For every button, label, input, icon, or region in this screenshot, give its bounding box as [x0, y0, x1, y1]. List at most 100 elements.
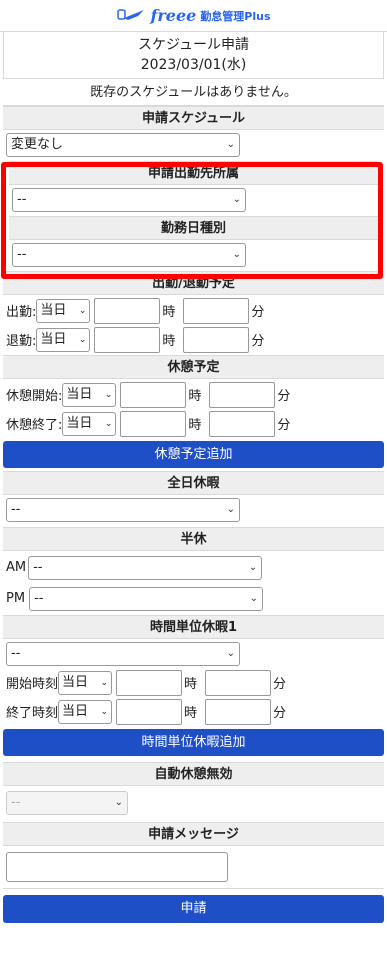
day-value: 当日	[66, 415, 93, 431]
hourly-start-day-select[interactable]: 当日 ⌄	[58, 670, 113, 695]
hourly-end-minute-input[interactable]	[205, 698, 272, 725]
section-half-body: AM -- ⌄ PM -- ⌄	[3, 551, 384, 615]
fullday-select[interactable]: -- ⌄	[6, 498, 240, 522]
break-end-hour-input[interactable]	[120, 410, 187, 437]
hour-unit: 時	[184, 677, 198, 692]
section-attend-header: 出勤/退勤予定	[3, 271, 384, 295]
chevron-down-icon: ⌄	[104, 389, 113, 400]
hour-unit: 時	[188, 418, 202, 433]
worktype-select[interactable]: -- ⌄	[12, 243, 246, 267]
hourly-end-day-select[interactable]: 当日 ⌄	[58, 699, 113, 724]
office-select-value: --	[17, 192, 27, 207]
minute-unit: 分	[277, 389, 291, 404]
section-break-header: 休憩予定	[3, 355, 384, 379]
break-end-day-select[interactable]: 当日 ⌄	[62, 411, 117, 436]
hourly-end-label: 終了時刻	[6, 706, 59, 721]
minute-unit: 分	[273, 706, 287, 721]
attend-start-day-select[interactable]: 当日 ⌄	[36, 298, 91, 323]
page-title: スケジュール申請 2023/03/01(水)	[3, 32, 384, 79]
break-start-label: 休憩開始:	[6, 389, 63, 404]
attend-end-row: 退勤: 当日 ⌄ 時 分	[6, 325, 381, 354]
section-fullday-body: -- ⌄	[3, 495, 384, 527]
section-hourly-body: -- ⌄ 開始時刻 当日 ⌄ 時 分 終了時刻 当日 ⌄ 時 分	[3, 639, 384, 726]
break-start-row: 休憩開始: 当日 ⌄ 時 分	[6, 380, 381, 409]
chevron-down-icon: ⌄	[100, 706, 109, 717]
attend-end-label: 退勤:	[6, 334, 37, 349]
schedule-select[interactable]: 変更なし ⌄	[6, 133, 240, 157]
break-end-label: 休憩終了:	[6, 418, 63, 433]
attend-end-day-select[interactable]: 当日 ⌄	[36, 327, 91, 352]
section-half-header: 半休	[3, 527, 384, 551]
divider	[3, 888, 384, 889]
section-office-body: -- ⌄	[3, 185, 384, 216]
hour-unit: 時	[184, 706, 198, 721]
section-message-body	[3, 846, 384, 884]
page-title-main: スケジュール申請	[137, 37, 250, 53]
half-pm-select[interactable]: -- ⌄	[29, 586, 264, 611]
chevron-down-icon: ⌄	[226, 504, 235, 515]
section-message-header: 申請メッセージ	[3, 822, 384, 846]
hourly-select-value: --	[11, 646, 21, 661]
chevron-down-icon: ⌄	[232, 194, 241, 205]
half-am-label: AM	[6, 560, 27, 575]
half-pm-label: PM	[6, 591, 26, 606]
section-office-header: 申請出勤先所属	[9, 161, 378, 185]
add-hourly-leave-button[interactable]: 時間単位休暇追加	[3, 729, 384, 756]
autobreak-select-value: --	[11, 795, 21, 810]
break-start-hour-input[interactable]	[120, 381, 187, 408]
attend-start-label: 出勤:	[6, 305, 37, 320]
attend-end-hour-input[interactable]	[94, 326, 161, 353]
section-schedule-header: 申請スケジュール	[3, 106, 384, 130]
autobreak-select[interactable]: -- ⌄	[6, 791, 128, 815]
section-attend-body: 出勤: 当日 ⌄ 時 分 退勤: 当日 ⌄ 時 分	[3, 295, 384, 355]
logo: freee 勤怠管理Plus	[116, 6, 271, 26]
chevron-down-icon: ⌄	[78, 305, 87, 316]
section-schedule-body: 変更なし ⌄	[3, 130, 384, 161]
fullday-select-value: --	[11, 502, 21, 517]
hourly-start-row: 開始時刻 当日 ⌄ 時 分	[6, 668, 381, 697]
message-input[interactable]	[6, 852, 228, 882]
break-start-minute-input[interactable]	[209, 381, 276, 408]
chevron-down-icon: ⌄	[226, 139, 235, 150]
section-worktype-header: 勤務日種別	[9, 216, 378, 240]
attend-start-row: 出勤: 当日 ⌄ 時 分	[6, 296, 381, 325]
hourly-select[interactable]: -- ⌄	[6, 642, 240, 666]
minute-unit: 分	[251, 334, 265, 349]
day-value: 当日	[66, 386, 93, 402]
half-am-value: --	[33, 559, 43, 575]
day-value: 当日	[62, 674, 89, 690]
section-worktype-body: -- ⌄	[3, 240, 384, 271]
section-break-body: 休憩開始: 当日 ⌄ 時 分 休憩終了: 当日 ⌄ 時 分	[3, 379, 384, 438]
hourly-end-hour-input[interactable]	[116, 698, 183, 725]
attend-start-minute-input[interactable]	[183, 297, 250, 324]
attend-start-hour-input[interactable]	[94, 297, 161, 324]
hourly-start-minute-input[interactable]	[205, 669, 272, 696]
chevron-down-icon: ⌄	[232, 249, 241, 260]
worktype-select-value: --	[17, 247, 27, 262]
chevron-down-icon: ⌄	[248, 561, 258, 573]
day-value: 当日	[40, 302, 67, 318]
submit-button[interactable]: 申請	[3, 895, 384, 923]
day-value: 当日	[62, 703, 89, 719]
logo-sub: 勤怠管理Plus	[200, 9, 271, 23]
minute-unit: 分	[251, 305, 265, 320]
hour-unit: 時	[162, 305, 176, 320]
section-autobreak-header: 自動休憩無効	[3, 762, 384, 786]
attend-end-minute-input[interactable]	[183, 326, 250, 353]
break-end-minute-input[interactable]	[209, 410, 276, 437]
add-break-button[interactable]: 休憩予定追加	[3, 441, 384, 468]
app-header: freee 勤怠管理Plus	[0, 0, 387, 32]
half-am-select[interactable]: -- ⌄	[28, 555, 263, 580]
schedule-select-value: 変更なし	[11, 137, 64, 152]
hourly-start-hour-input[interactable]	[116, 669, 183, 696]
hour-unit: 時	[188, 389, 202, 404]
notice-text: 既存のスケジュールはありません。	[3, 79, 384, 106]
break-start-day-select[interactable]: 当日 ⌄	[62, 382, 117, 407]
half-pm-row: PM -- ⌄	[6, 583, 381, 614]
minute-unit: 分	[277, 418, 291, 433]
section-hourly-header: 時間単位休暇1	[3, 615, 384, 639]
hour-unit: 時	[162, 334, 176, 349]
minute-unit: 分	[273, 677, 287, 692]
chevron-down-icon: ⌄	[100, 677, 109, 688]
office-select[interactable]: -- ⌄	[12, 188, 246, 212]
